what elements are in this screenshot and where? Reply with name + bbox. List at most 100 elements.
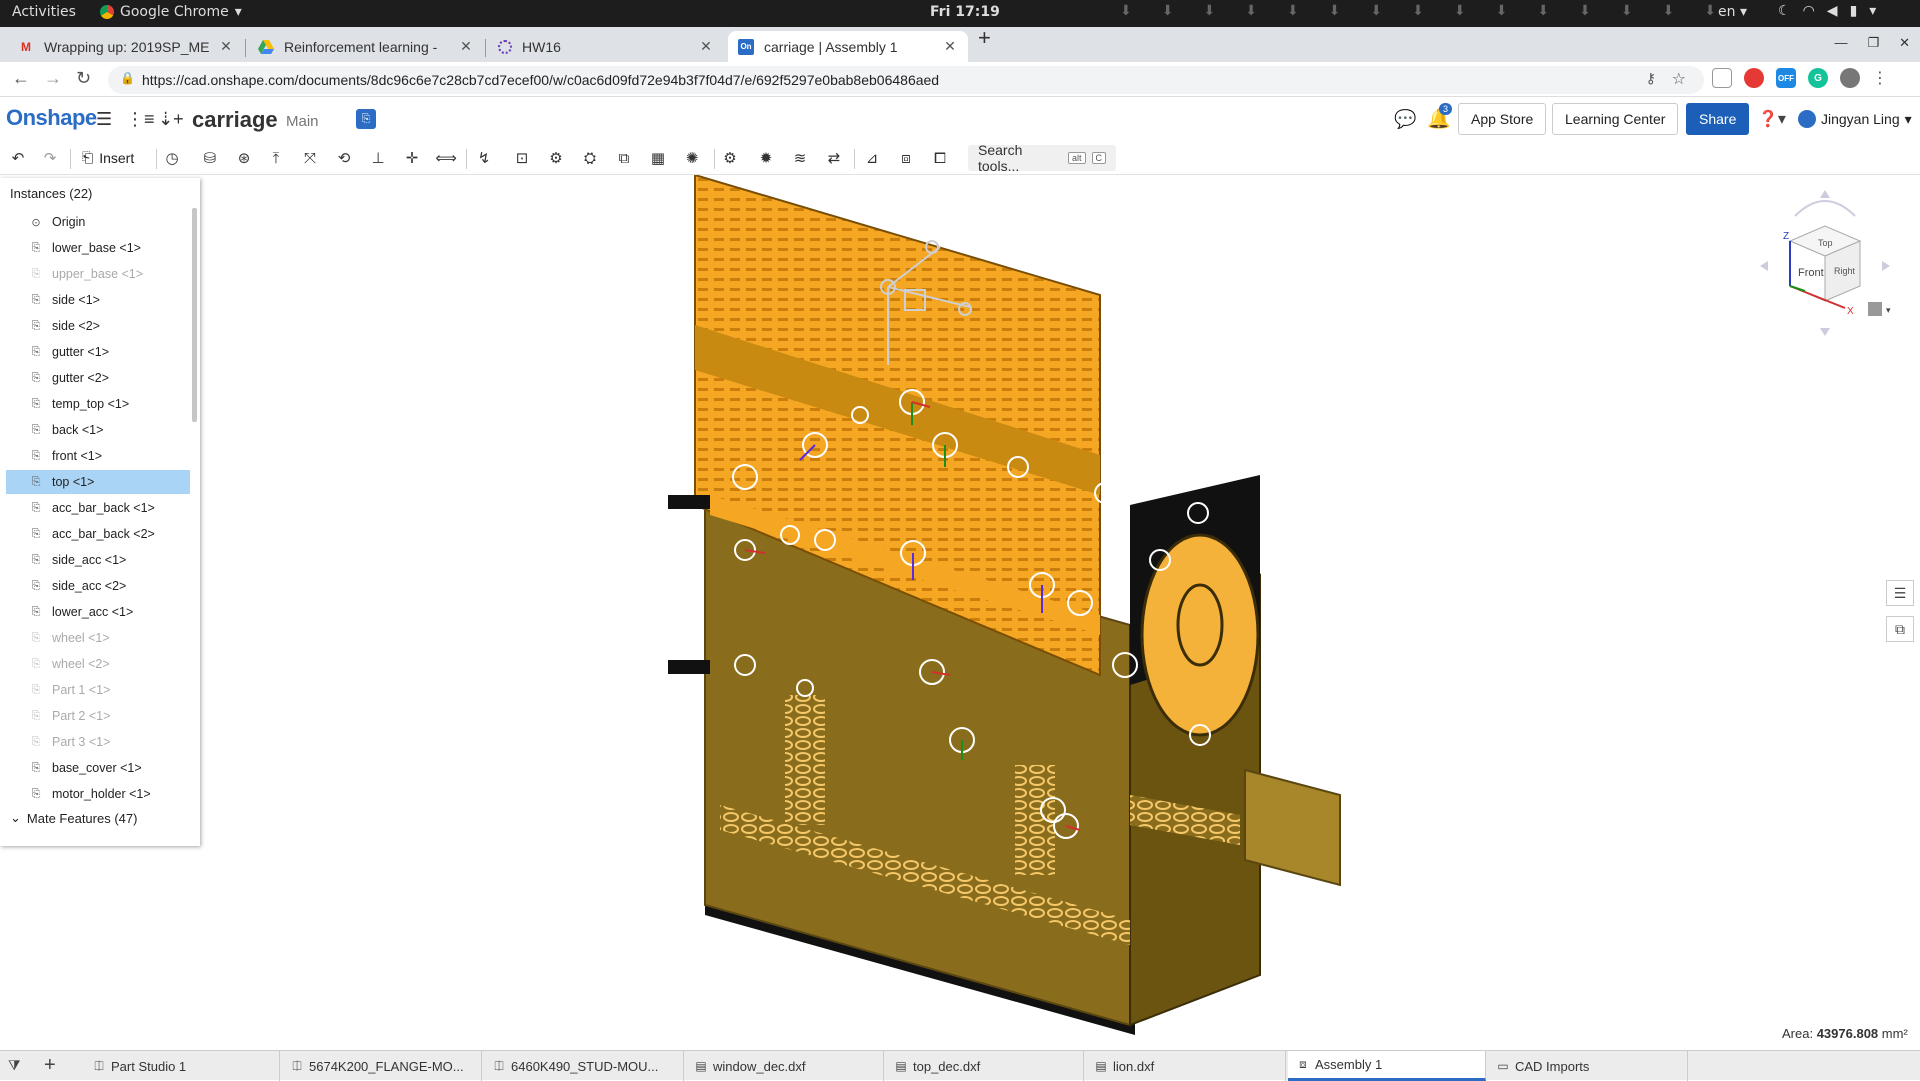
new-tab-button[interactable]: +	[978, 25, 991, 51]
element-tab[interactable]: ⎅ Part Studio 1	[84, 1051, 280, 1081]
activities-button[interactable]: Activities	[12, 4, 76, 20]
group-icon[interactable]: ⛁	[200, 148, 220, 168]
slider-mate-icon[interactable]: ⤧	[300, 148, 320, 168]
rack-pinion-icon[interactable]: ⛭	[580, 148, 600, 168]
explode-icon[interactable]: ✺	[682, 148, 702, 168]
rotate-left-icon[interactable]	[1760, 261, 1768, 271]
mate-gear-icon[interactable]: ✹	[756, 148, 776, 168]
minimize-icon[interactable]: —	[1834, 35, 1847, 51]
motor-holder-part[interactable]	[1140, 533, 1260, 737]
render-mode-icon[interactable]	[1868, 302, 1882, 316]
undo-icon[interactable]: ↶	[8, 148, 28, 168]
rotate-right-icon[interactable]	[1882, 261, 1890, 271]
tab-filter-icon[interactable]: ⧩	[8, 1057, 21, 1074]
replicate-icon[interactable]: ◷	[162, 148, 182, 168]
instance-item[interactable]: ⎘ Part 1 <1>	[6, 678, 190, 702]
browser-tab-gmail[interactable]: M Wrapping up: 2019SP_ME ✕	[8, 31, 244, 62]
restore-icon[interactable]: ❐	[1867, 35, 1879, 51]
versions-icon[interactable]: ⎘	[356, 109, 376, 129]
close-window-icon[interactable]: ✕	[1899, 35, 1910, 51]
document-title[interactable]: carriage	[192, 107, 278, 133]
instance-item[interactable]: ⎘ base_cover <1>	[6, 756, 190, 780]
user-menu[interactable]: Jingyan Ling ▾	[1798, 110, 1912, 128]
off-extension-icon[interactable]: OFF	[1776, 68, 1796, 88]
browser-tab-drive[interactable]: Reinforcement learning - ✕	[248, 31, 484, 62]
hamburger-menu-icon[interactable]: ☰	[96, 109, 112, 130]
insert-button[interactable]: ⎗ Insert	[82, 149, 134, 166]
system-tray[interactable]: ☾ ◠ ◀ ▮ ▾	[1778, 3, 1876, 19]
close-icon[interactable]: ✕	[942, 38, 958, 55]
instance-item[interactable]: ⎘ side <2>	[6, 314, 190, 338]
redo-icon[interactable]: ↷	[40, 148, 60, 168]
element-tab[interactable]: ⧈ Assembly 1	[1288, 1051, 1486, 1081]
view-cube[interactable]: Top Front Right Z X ▾	[1750, 186, 1900, 346]
revolute-mate-icon[interactable]: ⤒	[266, 148, 286, 168]
display-states-icon[interactable]: ⧠	[930, 148, 950, 168]
document-extension-icon[interactable]	[1712, 68, 1732, 88]
browser-tab-onshape[interactable]: On carriage | Assembly 1 ✕	[728, 31, 968, 62]
add-tab-button[interactable]: +	[44, 1054, 56, 1077]
feature-list-icon[interactable]: ⋮≡	[126, 109, 155, 130]
instance-item[interactable]: ⎘ lower_base <1>	[6, 236, 190, 260]
instance-item[interactable]: ⎘ temp_top <1>	[6, 392, 190, 416]
reload-icon[interactable]: ↻	[76, 68, 91, 89]
3d-viewport[interactable]	[200, 173, 1920, 1050]
instance-item[interactable]: ⎘ gutter <1>	[6, 340, 190, 364]
address-bar[interactable]: 🔒 https://cad.onshape.com/documents/8dc9…	[108, 66, 1704, 94]
rotate-up-icon[interactable]	[1820, 190, 1830, 198]
back-arrow-icon[interactable]: ←	[12, 68, 30, 89]
mate-features-group[interactable]: ⌄ Mate Features (47)	[10, 810, 137, 826]
key-icon[interactable]: ⚷	[1646, 70, 1656, 87]
instance-item[interactable]: ⎘ top <1>	[6, 470, 190, 494]
element-tab[interactable]: ▤ lion.dxf	[1086, 1051, 1286, 1081]
search-tools-input[interactable]: Search tools... alt C	[968, 142, 1116, 174]
forward-arrow-icon[interactable]: →	[44, 68, 62, 89]
pin-slot-mate-icon[interactable]: ⊥	[368, 148, 388, 168]
share-button[interactable]: Share	[1686, 103, 1750, 135]
element-tab[interactable]: ▤ top_dec.dxf	[886, 1051, 1084, 1081]
settings-gear-icon[interactable]: ⚙	[720, 148, 740, 168]
instance-item[interactable]: ⎘ wheel <1>	[6, 626, 190, 650]
spring-icon[interactable]: ≋	[790, 148, 810, 168]
assembly-model[interactable]	[200, 173, 1920, 1050]
lock-icon[interactable]: 🔒	[120, 71, 135, 85]
instance-item[interactable]: ⎘ wheel <2>	[6, 652, 190, 676]
adblock-icon[interactable]	[1744, 68, 1764, 88]
gear-relation-icon[interactable]: ⚙	[546, 148, 566, 168]
section-view-icon[interactable]: ⧈	[896, 148, 916, 168]
element-tab[interactable]: ⎅ 5674K200_FLANGE-MO...	[282, 1051, 482, 1081]
instance-item[interactable]: ⎘ side_acc <1>	[6, 548, 190, 572]
help-icon[interactable]: ❓▾	[1758, 109, 1786, 129]
instance-item[interactable]: ⎘ acc_bar_back <1>	[6, 496, 190, 520]
instance-item[interactable]: ⎘ gutter <2>	[6, 366, 190, 390]
bom-panel-icon[interactable]: ⧉	[1886, 616, 1914, 642]
menu-dots-icon[interactable]: ⋮	[1872, 68, 1888, 88]
linear-relation-icon[interactable]: ▦	[648, 148, 668, 168]
cylindrical-mate-icon[interactable]: ⟲	[334, 148, 354, 168]
clock[interactable]: Fri 17:19	[930, 4, 1000, 20]
tangent-mate-icon[interactable]: ↯	[474, 148, 494, 168]
element-tab[interactable]: ⎅ 6460K490_STUD-MOU...	[484, 1051, 684, 1081]
instance-item[interactable]: ⎘ upper_base <1>	[6, 262, 190, 286]
screw-relation-icon[interactable]: ⧉	[614, 148, 634, 168]
app-menu[interactable]: Google Chrome ▾	[100, 4, 242, 20]
close-icon[interactable]: ✕	[218, 38, 234, 55]
element-tab[interactable]: ▭ CAD Imports	[1488, 1051, 1688, 1081]
onshape-logo[interactable]: Onshape	[6, 105, 97, 131]
close-icon[interactable]: ✕	[458, 38, 474, 55]
browser-tab-hw16[interactable]: HW16 ✕	[488, 31, 724, 62]
instances-scrollbar[interactable]	[192, 208, 197, 422]
grammarly-icon[interactable]: G	[1808, 68, 1828, 88]
mate-connector-icon[interactable]: ⊡	[512, 148, 532, 168]
bookmark-star-icon[interactable]: ☆	[1672, 69, 1686, 89]
instance-item[interactable]: ⎘ back <1>	[6, 418, 190, 442]
app-store-button[interactable]: App Store	[1458, 103, 1547, 135]
properties-panel-icon[interactable]: ☰	[1886, 580, 1914, 606]
instance-item[interactable]: ⎘ side <1>	[6, 288, 190, 312]
instance-item[interactable]: ⎘ motor_holder <1>	[6, 782, 190, 806]
instance-item[interactable]: ⎘ side_acc <2>	[6, 574, 190, 598]
workspace-branch[interactable]: Main	[286, 113, 319, 130]
motion-icon[interactable]: ⇄	[824, 148, 844, 168]
instance-item[interactable]: ⎘ Part 2 <1>	[6, 704, 190, 728]
profile-avatar-icon[interactable]	[1840, 68, 1860, 88]
